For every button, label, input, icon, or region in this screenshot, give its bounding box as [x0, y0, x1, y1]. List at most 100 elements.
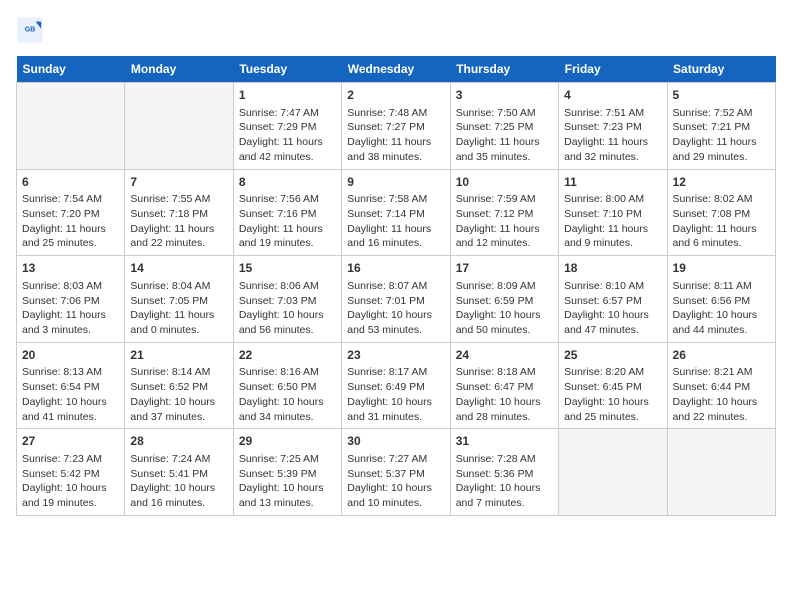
day-number: 8	[239, 174, 336, 191]
week-row-4: 20 Sunrise: 8:13 AMSunset: 6:54 PMDayligh…	[17, 342, 776, 429]
day-number: 7	[130, 174, 227, 191]
day-info: Sunrise: 8:07 AMSunset: 7:01 PMDaylight:…	[347, 280, 432, 336]
calendar-cell: 14 Sunrise: 8:04 AMSunset: 7:05 PMDayligh…	[125, 256, 233, 343]
calendar-cell: 9Sunrise: 7:58 AMSunset: 7:14 PMDaylight…	[342, 169, 450, 256]
day-number: 23	[347, 347, 444, 364]
day-header-wednesday: Wednesday	[342, 56, 450, 83]
day-number: 24	[456, 347, 553, 364]
calendar-cell: 13 Sunrise: 8:03 AMSunset: 7:06 PMDayligh…	[17, 256, 125, 343]
calendar-cell	[667, 429, 775, 516]
day-info: Sunrise: 7:27 AMSunset: 5:37 PMDaylight:…	[347, 453, 432, 509]
calendar-cell: 30 Sunrise: 7:27 AMSunset: 5:37 PMDayligh…	[342, 429, 450, 516]
calendar-cell: 19 Sunrise: 8:11 AMSunset: 6:56 PMDayligh…	[667, 256, 775, 343]
page-header: GB	[16, 16, 776, 44]
day-number: 11	[564, 174, 661, 191]
day-info: Sunrise: 7:56 AMSunset: 7:16 PMDaylight:…	[239, 193, 323, 249]
day-info: Sunrise: 8:20 AMSunset: 6:45 PMDaylight:…	[564, 366, 649, 422]
calendar-cell: 8 Sunrise: 7:56 AMSunset: 7:16 PMDaylight…	[233, 169, 341, 256]
calendar-cell: 17 Sunrise: 8:09 AMSunset: 6:59 PMDayligh…	[450, 256, 558, 343]
day-number: 15	[239, 260, 336, 277]
day-info: Sunrise: 7:48 AMSunset: 7:27 PMDaylight:…	[347, 107, 431, 163]
day-number: 28	[130, 433, 227, 450]
week-row-2: 6 Sunrise: 7:54 AMSunset: 7:20 PMDaylight…	[17, 169, 776, 256]
calendar-cell: 16Sunrise: 8:07 AMSunset: 7:01 PMDayligh…	[342, 256, 450, 343]
calendar-cell: 5 Sunrise: 7:52 AMSunset: 7:21 PMDaylight…	[667, 83, 775, 170]
week-row-1: 1 Sunrise: 7:47 AMSunset: 7:29 PMDaylight…	[17, 83, 776, 170]
day-info: Sunrise: 8:16 AMSunset: 6:50 PMDaylight:…	[239, 366, 324, 422]
calendar-cell: 6 Sunrise: 7:54 AMSunset: 7:20 PMDaylight…	[17, 169, 125, 256]
day-header-saturday: Saturday	[667, 56, 775, 83]
day-number: 30	[347, 433, 444, 450]
calendar-cell: 20 Sunrise: 8:13 AMSunset: 6:54 PMDayligh…	[17, 342, 125, 429]
day-info: Sunrise: 7:54 AMSunset: 7:20 PMDaylight:…	[22, 193, 106, 249]
calendar-cell: 25 Sunrise: 8:20 AMSunset: 6:45 PMDayligh…	[559, 342, 667, 429]
day-number: 10	[456, 174, 553, 191]
day-info: Sunrise: 8:04 AMSunset: 7:05 PMDaylight:…	[130, 280, 214, 336]
calendar-cell	[17, 83, 125, 170]
calendar-cell: 7 Sunrise: 7:55 AMSunset: 7:18 PMDaylight…	[125, 169, 233, 256]
calendar-cell: 12 Sunrise: 8:02 AMSunset: 7:08 PMDayligh…	[667, 169, 775, 256]
day-header-thursday: Thursday	[450, 56, 558, 83]
calendar-table: SundayMondayTuesdayWednesdayThursdayFrid…	[16, 56, 776, 516]
day-number: 17	[456, 260, 553, 277]
day-info: Sunrise: 7:25 AMSunset: 5:39 PMDaylight:…	[239, 453, 324, 509]
day-info: Sunrise: 8:17 AMSunset: 6:49 PMDaylight:…	[347, 366, 432, 422]
day-number: 4	[564, 87, 661, 104]
day-info: Sunrise: 8:11 AMSunset: 6:56 PMDaylight:…	[673, 280, 758, 336]
calendar-cell: 1 Sunrise: 7:47 AMSunset: 7:29 PMDaylight…	[233, 83, 341, 170]
day-number: 14	[130, 260, 227, 277]
logo: GB	[16, 16, 48, 44]
calendar-cell: 23 Sunrise: 8:17 AMSunset: 6:49 PMDayligh…	[342, 342, 450, 429]
day-info: Sunrise: 7:52 AMSunset: 7:21 PMDaylight:…	[673, 107, 757, 163]
calendar-cell	[559, 429, 667, 516]
day-info: Sunrise: 8:13 AMSunset: 6:54 PMDaylight:…	[22, 366, 107, 422]
day-info: Sunrise: 8:10 AMSunset: 6:57 PMDaylight:…	[564, 280, 649, 336]
day-info: Sunrise: 8:03 AMSunset: 7:06 PMDaylight:…	[22, 280, 106, 336]
day-header-sunday: Sunday	[17, 56, 125, 83]
day-number: 29	[239, 433, 336, 450]
day-number: 2	[347, 87, 444, 104]
day-number: 19	[673, 260, 770, 277]
week-row-3: 13 Sunrise: 8:03 AMSunset: 7:06 PMDayligh…	[17, 256, 776, 343]
week-row-5: 27Sunrise: 7:23 AMSunset: 5:42 PMDayligh…	[17, 429, 776, 516]
calendar-cell: 2 Sunrise: 7:48 AMSunset: 7:27 PMDaylight…	[342, 83, 450, 170]
day-number: 13	[22, 260, 119, 277]
day-info: Sunrise: 7:55 AMSunset: 7:18 PMDaylight:…	[130, 193, 214, 249]
day-number: 6	[22, 174, 119, 191]
day-info: Sunrise: 7:51 AMSunset: 7:23 PMDaylight:…	[564, 107, 648, 163]
day-header-friday: Friday	[559, 56, 667, 83]
day-info: Sunrise: 7:24 AMSunset: 5:41 PMDaylight:…	[130, 453, 215, 509]
day-number: 9	[347, 174, 444, 191]
calendar-cell: 27Sunrise: 7:23 AMSunset: 5:42 PMDayligh…	[17, 429, 125, 516]
day-header-tuesday: Tuesday	[233, 56, 341, 83]
day-number: 26	[673, 347, 770, 364]
calendar-cell: 24 Sunrise: 8:18 AMSunset: 6:47 PMDayligh…	[450, 342, 558, 429]
calendar-cell: 3Sunrise: 7:50 AMSunset: 7:25 PMDaylight…	[450, 83, 558, 170]
day-number: 22	[239, 347, 336, 364]
day-info: Sunrise: 8:06 AMSunset: 7:03 PMDaylight:…	[239, 280, 324, 336]
calendar-cell: 10Sunrise: 7:59 AMSunset: 7:12 PMDayligh…	[450, 169, 558, 256]
day-number: 20	[22, 347, 119, 364]
svg-text:GB: GB	[25, 26, 36, 33]
day-number: 12	[673, 174, 770, 191]
calendar-cell: 4 Sunrise: 7:51 AMSunset: 7:23 PMDaylight…	[559, 83, 667, 170]
calendar-cell: 26 Sunrise: 8:21 AMSunset: 6:44 PMDayligh…	[667, 342, 775, 429]
day-number: 5	[673, 87, 770, 104]
calendar-cell: 21Sunrise: 8:14 AMSunset: 6:52 PMDayligh…	[125, 342, 233, 429]
day-info: Sunrise: 7:47 AMSunset: 7:29 PMDaylight:…	[239, 107, 323, 163]
day-info: Sunrise: 8:18 AMSunset: 6:47 PMDaylight:…	[456, 366, 541, 422]
day-number: 25	[564, 347, 661, 364]
day-header-monday: Monday	[125, 56, 233, 83]
day-number: 31	[456, 433, 553, 450]
day-info: Sunrise: 8:09 AMSunset: 6:59 PMDaylight:…	[456, 280, 541, 336]
day-info: Sunrise: 8:21 AMSunset: 6:44 PMDaylight:…	[673, 366, 758, 422]
day-number: 1	[239, 87, 336, 104]
calendar-cell: 22 Sunrise: 8:16 AMSunset: 6:50 PMDayligh…	[233, 342, 341, 429]
day-number: 21	[130, 347, 227, 364]
calendar-cell	[125, 83, 233, 170]
day-info: Sunrise: 7:28 AMSunset: 5:36 PMDaylight:…	[456, 453, 541, 509]
day-info: Sunrise: 8:02 AMSunset: 7:08 PMDaylight:…	[673, 193, 757, 249]
day-number: 3	[456, 87, 553, 104]
day-info: Sunrise: 7:23 AMSunset: 5:42 PMDaylight:…	[22, 453, 107, 509]
logo-icon: GB	[16, 16, 44, 44]
